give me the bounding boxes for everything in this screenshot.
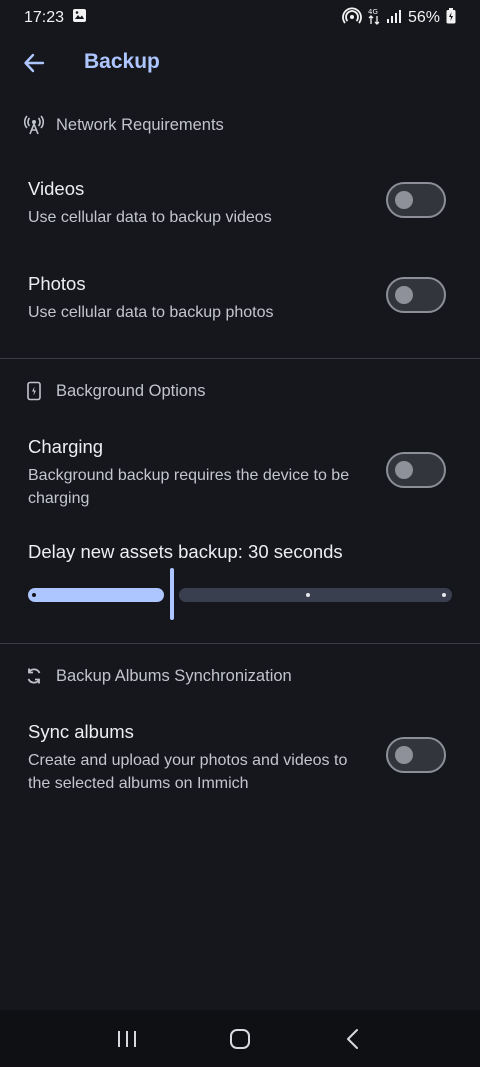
videos-toggle[interactable] — [386, 182, 446, 218]
toggle-knob — [395, 461, 413, 479]
back-button[interactable] — [20, 49, 48, 77]
photos-toggle[interactable] — [386, 277, 446, 313]
recent-apps-icon — [117, 1030, 136, 1047]
section-title: Backup Albums Synchronization — [56, 666, 292, 685]
toggle-knob — [395, 746, 413, 764]
data-icon: 4G — [368, 7, 380, 30]
setting-subtitle: Create and upload your photos and videos… — [28, 752, 348, 792]
page-title: Backup — [84, 50, 160, 73]
section-title: Network Requirements — [56, 115, 224, 134]
slider-active-track — [28, 588, 164, 602]
image-icon — [72, 8, 87, 28]
signal-icon — [386, 9, 402, 28]
battery-charging-icon — [24, 381, 44, 401]
nav-back-button[interactable] — [333, 1019, 373, 1059]
section-network-requirements: Network Requirements — [24, 115, 224, 135]
slider-inactive-track — [179, 588, 452, 602]
back-icon — [347, 1028, 359, 1049]
section-title: Background Options — [56, 381, 206, 400]
section-divider — [0, 358, 480, 359]
battery-icon — [446, 7, 456, 29]
app-bar: Backup — [0, 40, 480, 86]
setting-title: Sync albums — [28, 721, 134, 742]
section-albums-sync: Backup Albums Synchronization — [24, 666, 292, 686]
toggle-knob — [395, 286, 413, 304]
arrow-left-icon — [24, 53, 45, 73]
battery-percent: 56% — [407, 9, 440, 26]
status-time: 17:23 — [24, 9, 65, 26]
setting-subtitle: Use cellular data to backup photos — [28, 304, 274, 321]
sync-albums-toggle[interactable] — [386, 737, 446, 773]
setting-subtitle: Use cellular data to backup videos — [28, 209, 272, 226]
charging-toggle[interactable] — [386, 452, 446, 488]
setting-row-photos[interactable]: Photos Use cellular data to backup photo… — [28, 273, 452, 324]
section-divider — [0, 643, 480, 644]
hotspot-icon — [342, 7, 362, 30]
delay-slider[interactable] — [28, 568, 452, 620]
toggle-knob — [395, 191, 413, 209]
setting-row-videos[interactable]: Videos Use cellular data to backup video… — [28, 178, 452, 229]
system-nav-bar — [0, 1010, 480, 1067]
setting-title: Charging — [28, 436, 104, 457]
slider-tick — [306, 593, 310, 597]
slider-tick — [32, 593, 36, 597]
svg-text:4G: 4G — [368, 8, 378, 16]
section-background-options: Background Options — [24, 381, 206, 401]
recent-apps-button[interactable] — [107, 1019, 147, 1059]
delay-label: Delay new assets backup: 30 seconds — [28, 541, 343, 562]
antenna-icon — [24, 115, 44, 135]
setting-subtitle: Background backup requires the device to… — [28, 467, 350, 507]
sync-icon — [24, 666, 44, 686]
home-button[interactable] — [220, 1019, 260, 1059]
slider-thumb[interactable] — [170, 568, 174, 620]
setting-row-sync-albums[interactable]: Sync albums Create and upload your photo… — [28, 721, 452, 795]
home-icon — [229, 1028, 250, 1049]
slider-tick — [442, 593, 446, 597]
setting-row-charging[interactable]: Charging Background backup requires the … — [28, 436, 452, 510]
status-bar: 17:23 4G 56% — [0, 0, 480, 36]
